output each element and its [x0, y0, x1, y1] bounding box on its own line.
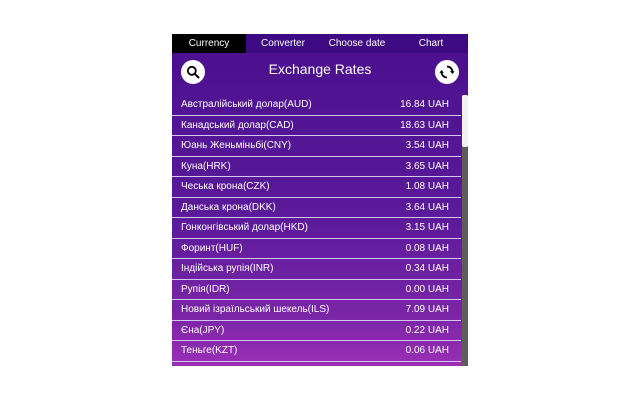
currency-name: Форинт(HUF)	[181, 242, 243, 254]
tab-bar: Currency Converter Choose date Chart	[172, 34, 468, 53]
rates-list: Австралійський долар(AUD) 16.84 UAH Кана…	[172, 95, 461, 366]
tab-currency[interactable]: Currency	[172, 34, 246, 53]
currency-name: Юань Женьміньбі(CNY)	[181, 140, 292, 152]
currency-name: Гонконгівський долар(HKD)	[181, 222, 308, 234]
currency-name: Куна(HRK)	[181, 160, 231, 172]
refresh-button[interactable]	[435, 60, 459, 84]
currency-name: Чеська крона(CZK)	[181, 181, 270, 193]
rate-row-aud[interactable]: Австралійський долар(AUD) 16.84 UAH	[172, 95, 461, 116]
currency-rate: 18.63 UAH	[400, 119, 449, 131]
currency-name: Рупія(IDR)	[181, 283, 230, 295]
rate-row-idr[interactable]: Рупія(IDR) 0.00 UAH	[172, 280, 461, 300]
rate-row-kzt[interactable]: Теньге(KZT) 0.06 UAH	[172, 341, 461, 362]
currency-name: Австралійський долар(AUD)	[181, 99, 312, 111]
currency-name: Канадський долар(CAD)	[181, 119, 294, 131]
currency-rate: 0.00 UAH	[405, 283, 449, 295]
currency-rate: 3.65 UAH	[405, 160, 449, 172]
page-title: Exchange Rates	[268, 61, 372, 77]
rate-row-dkk[interactable]: Данська крона(DKK) 3.64 UAH	[172, 198, 461, 218]
rate-row-jpy[interactable]: Єна(JPY) 0.22 UAH	[172, 321, 461, 341]
currency-rate: 0.08 UAH	[405, 242, 449, 254]
currency-rate: 16.84 UAH	[400, 99, 449, 111]
exchange-rates-popup: Currency Converter Choose date Chart Exc…	[172, 34, 468, 366]
rate-row-ils[interactable]: Новий ізраїльський шекель(ILS) 7.09 UAH	[172, 300, 461, 321]
currency-rate: 1.08 UAH	[405, 181, 449, 193]
currency-name: Новий ізраїльський шекель(ILS)	[181, 304, 330, 316]
currency-rate: 7.09 UAH	[405, 304, 449, 316]
rate-row-hrk[interactable]: Куна(HRK) 3.65 UAH	[172, 157, 461, 177]
tab-choose-date[interactable]: Choose date	[320, 34, 394, 53]
currency-rate: 3.64 UAH	[405, 201, 449, 213]
header: Exchange Rates	[172, 53, 468, 95]
currency-rate: 3.15 UAH	[405, 222, 449, 234]
tab-chart[interactable]: Chart	[394, 34, 468, 53]
currency-name: Індійська рупія(INR)	[181, 263, 274, 275]
rate-row-inr[interactable]: Індійська рупія(INR) 0.34 UAH	[172, 259, 461, 280]
rate-row-czk[interactable]: Чеська крона(CZK) 1.08 UAH	[172, 177, 461, 198]
rate-row-hkd[interactable]: Гонконгівський долар(HKD) 3.15 UAH	[172, 218, 461, 239]
rate-row-huf[interactable]: Форинт(HUF) 0.08 UAH	[172, 239, 461, 259]
currency-rate: 0.22 UAH	[405, 324, 449, 336]
currency-rate: 0.34 UAH	[405, 263, 449, 275]
refresh-icon	[439, 65, 455, 79]
scrollbar-thumb[interactable]	[462, 95, 468, 147]
rate-row-cny[interactable]: Юань Женьміньбі(CNY) 3.54 UAH	[172, 136, 461, 157]
currency-rate: 0.06 UAH	[405, 345, 449, 357]
rate-row-cad[interactable]: Канадський долар(CAD) 18.63 UAH	[172, 116, 461, 136]
currency-rate: 3.54 UAH	[405, 140, 449, 152]
currency-name: Данська крона(DKK)	[181, 201, 276, 213]
tab-converter[interactable]: Converter	[246, 34, 320, 53]
currency-name: Єна(JPY)	[181, 324, 225, 336]
currency-name: Теньге(KZT)	[181, 345, 238, 357]
